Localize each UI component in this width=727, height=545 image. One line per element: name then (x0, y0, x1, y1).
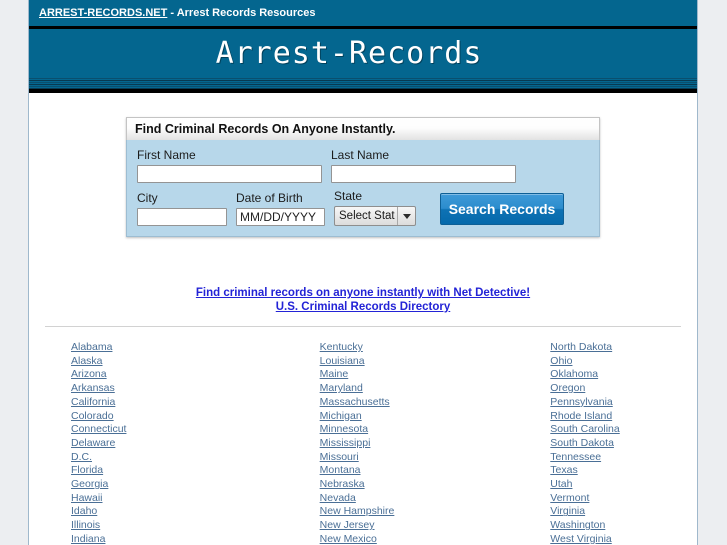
state-link[interactable]: Maine (320, 368, 475, 382)
top-utility-bar: ARREST-RECORDS.NET - Arrest Records Reso… (29, 0, 697, 26)
state-column-2: Kentucky Louisiana Maine Maryland Massachuse… (252, 341, 475, 545)
state-link[interactable]: Oklahoma (550, 368, 697, 382)
last-name-group: Last Name (331, 148, 516, 183)
state-link[interactable]: Connecticut (71, 423, 252, 437)
dob-group: Date of Birth (236, 191, 325, 226)
search-widget-header: Find Criminal Records On Anyone Instantl… (126, 117, 600, 140)
state-link[interactable]: Mississippi (320, 437, 475, 451)
state-link[interactable]: Pennsylvania (550, 396, 697, 410)
state-link[interactable]: New Mexico (320, 533, 475, 545)
state-link[interactable]: Delaware (71, 437, 252, 451)
state-link[interactable]: California (71, 396, 252, 410)
site-home-link[interactable]: ARREST-RECORDS.NET (39, 7, 167, 19)
state-directory: Alabama Alaska Arizona Arkansas California Co… (29, 327, 697, 545)
banner-bar: Arrest-Records (29, 29, 697, 77)
banner-stripe-decoration (29, 77, 697, 93)
details-field-row: City Date of Birth State Select Stat (137, 189, 589, 226)
state-link[interactable]: South Carolina (550, 423, 697, 437)
state-link[interactable]: Indiana (71, 533, 252, 545)
state-link[interactable]: Minnesota (320, 423, 475, 437)
state-link[interactable]: Washington (550, 519, 697, 533)
state-link[interactable]: Texas (550, 464, 697, 478)
state-link[interactable]: Florida (71, 464, 252, 478)
state-link[interactable]: Georgia (71, 478, 252, 492)
masthead-banner: Arrest-Records (29, 26, 697, 93)
state-link[interactable]: West Virginia (550, 533, 697, 545)
promo-link-criminal-records-directory[interactable]: U.S. Criminal Records Directory (29, 301, 697, 313)
state-link[interactable]: Colorado (71, 410, 252, 424)
name-field-row: First Name Last Name (137, 148, 589, 183)
state-link[interactable]: Alabama (71, 341, 252, 355)
promo-link-net-detective[interactable]: Find criminal records on anyone instantl… (29, 287, 697, 299)
state-link[interactable]: Ohio (550, 355, 697, 369)
state-group: State Select Stat (334, 189, 416, 226)
state-link[interactable]: New Hampshire (320, 505, 475, 519)
state-link[interactable]: Montana (320, 464, 475, 478)
state-link[interactable]: New Jersey (320, 519, 475, 533)
search-widget: Find Criminal Records On Anyone Instantl… (126, 117, 600, 237)
city-label: City (137, 191, 158, 205)
last-name-label: Last Name (331, 148, 390, 162)
first-name-label: First Name (137, 148, 196, 162)
state-link[interactable]: Idaho (71, 505, 252, 519)
state-link[interactable]: Nevada (320, 492, 475, 506)
page-container: ARREST-RECORDS.NET - Arrest Records Reso… (28, 0, 698, 545)
state-link[interactable]: Hawaii (71, 492, 252, 506)
state-link[interactable]: Arizona (71, 368, 252, 382)
state-link[interactable]: D.C. (71, 451, 252, 465)
state-link[interactable]: Tennessee (550, 451, 697, 465)
state-link[interactable]: Illinois (71, 519, 252, 533)
state-column-1: Alabama Alaska Arizona Arkansas California Co… (29, 341, 252, 545)
promo-links: Find criminal records on anyone instantl… (29, 287, 697, 313)
state-link[interactable]: Michigan (320, 410, 475, 424)
city-input[interactable] (137, 208, 227, 226)
state-link[interactable]: Massachusetts (320, 396, 475, 410)
state-link[interactable]: Oregon (550, 382, 697, 396)
page-title: Arrest-Records (215, 35, 483, 71)
state-label: State (334, 189, 363, 203)
state-link[interactable]: North Dakota (550, 341, 697, 355)
state-link[interactable]: Utah (550, 478, 697, 492)
state-link[interactable]: Louisiana (320, 355, 475, 369)
site-tagline: - Arrest Records Resources (167, 7, 316, 19)
state-link[interactable]: Kentucky (320, 341, 475, 355)
dob-label: Date of Birth (236, 191, 303, 205)
state-link[interactable]: South Dakota (550, 437, 697, 451)
date-of-birth-input[interactable] (236, 208, 325, 226)
city-group: City (137, 191, 227, 226)
state-link[interactable]: Missouri (320, 451, 475, 465)
state-link[interactable]: Virginia (550, 505, 697, 519)
main-content: Find Criminal Records On Anyone Instantl… (29, 93, 697, 545)
state-link[interactable]: Rhode Island (550, 410, 697, 424)
state-link[interactable]: Maryland (320, 382, 475, 396)
state-select-value: Select Stat (339, 210, 395, 222)
last-name-input[interactable] (331, 165, 516, 183)
search-widget-body: First Name Last Name City Date of Birth … (126, 140, 600, 237)
state-link[interactable]: Vermont (550, 492, 697, 506)
search-records-button[interactable]: Search Records (440, 193, 564, 225)
state-link[interactable]: Nebraska (320, 478, 475, 492)
state-select[interactable]: Select Stat (334, 206, 416, 226)
chevron-down-icon (397, 207, 415, 225)
first-name-input[interactable] (137, 165, 322, 183)
state-link[interactable]: Alaska (71, 355, 252, 369)
state-link[interactable]: Arkansas (71, 382, 252, 396)
state-column-3: North Dakota Ohio Oklahoma Oregon Pennsylvan… (474, 341, 697, 545)
first-name-group: First Name (137, 148, 322, 183)
